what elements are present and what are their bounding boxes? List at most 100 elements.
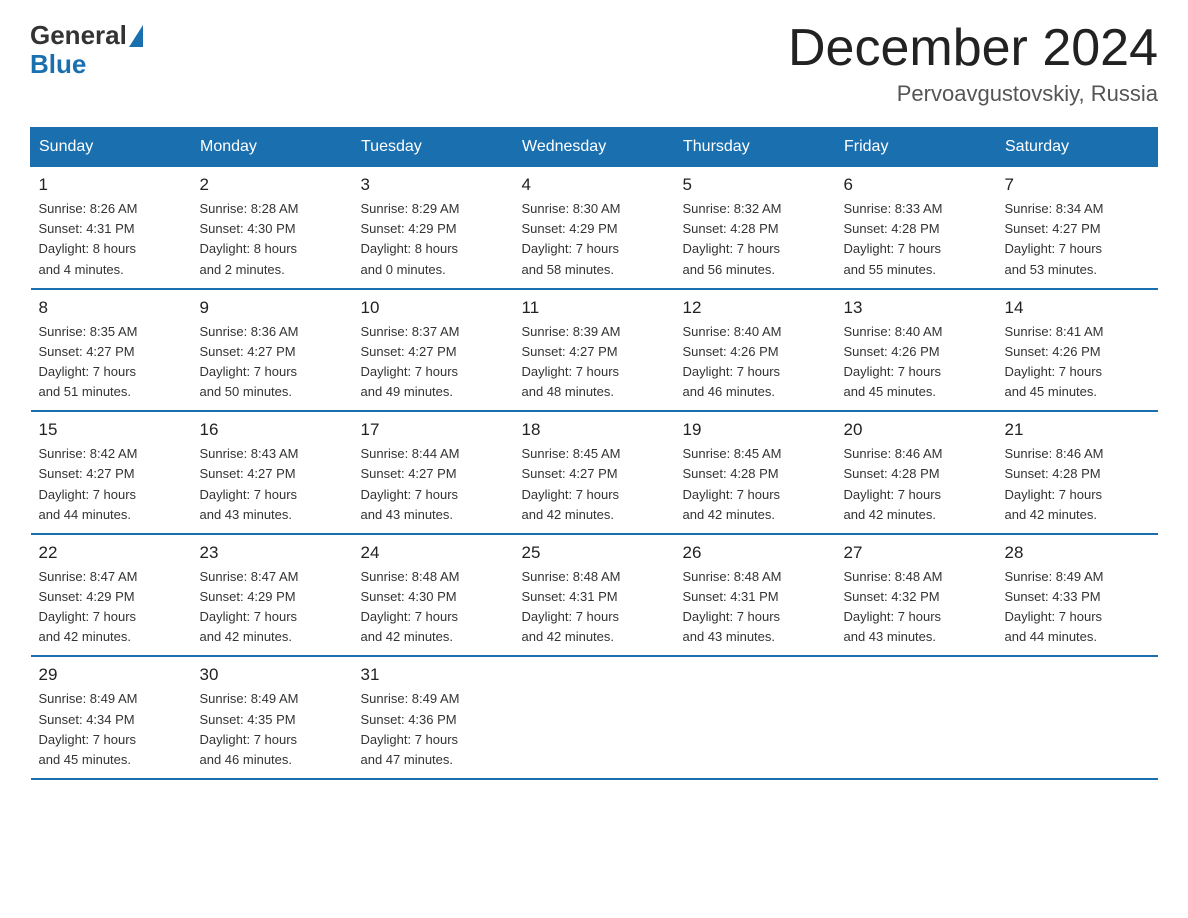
day-info: Sunrise: 8:48 AMSunset: 4:30 PMDaylight:… bbox=[361, 567, 506, 648]
day-info: Sunrise: 8:46 AMSunset: 4:28 PMDaylight:… bbox=[844, 444, 989, 525]
table-row bbox=[836, 656, 997, 779]
day-info: Sunrise: 8:40 AMSunset: 4:26 PMDaylight:… bbox=[683, 322, 828, 403]
day-info: Sunrise: 8:45 AMSunset: 4:27 PMDaylight:… bbox=[522, 444, 667, 525]
calendar-week-row: 29 Sunrise: 8:49 AMSunset: 4:34 PMDaylig… bbox=[31, 656, 1158, 779]
table-row: 30 Sunrise: 8:49 AMSunset: 4:35 PMDaylig… bbox=[192, 656, 353, 779]
day-info: Sunrise: 8:26 AMSunset: 4:31 PMDaylight:… bbox=[39, 199, 184, 280]
table-row: 29 Sunrise: 8:49 AMSunset: 4:34 PMDaylig… bbox=[31, 656, 192, 779]
table-row: 6 Sunrise: 8:33 AMSunset: 4:28 PMDayligh… bbox=[836, 167, 997, 289]
table-row: 16 Sunrise: 8:43 AMSunset: 4:27 PMDaylig… bbox=[192, 411, 353, 534]
page-header: General Blue December 2024 Pervoavgustov… bbox=[30, 20, 1158, 107]
table-row: 11 Sunrise: 8:39 AMSunset: 4:27 PMDaylig… bbox=[514, 289, 675, 412]
day-number: 9 bbox=[200, 298, 345, 318]
day-number: 27 bbox=[844, 543, 989, 563]
day-info: Sunrise: 8:34 AMSunset: 4:27 PMDaylight:… bbox=[1005, 199, 1150, 280]
calendar-title: December 2024 bbox=[788, 20, 1158, 77]
day-info: Sunrise: 8:33 AMSunset: 4:28 PMDaylight:… bbox=[844, 199, 989, 280]
table-row: 9 Sunrise: 8:36 AMSunset: 4:27 PMDayligh… bbox=[192, 289, 353, 412]
day-number: 14 bbox=[1005, 298, 1150, 318]
table-row: 4 Sunrise: 8:30 AMSunset: 4:29 PMDayligh… bbox=[514, 167, 675, 289]
day-number: 8 bbox=[39, 298, 184, 318]
day-info: Sunrise: 8:42 AMSunset: 4:27 PMDaylight:… bbox=[39, 444, 184, 525]
table-row: 20 Sunrise: 8:46 AMSunset: 4:28 PMDaylig… bbox=[836, 411, 997, 534]
day-info: Sunrise: 8:41 AMSunset: 4:26 PMDaylight:… bbox=[1005, 322, 1150, 403]
table-row: 1 Sunrise: 8:26 AMSunset: 4:31 PMDayligh… bbox=[31, 167, 192, 289]
header-saturday: Saturday bbox=[997, 128, 1158, 167]
table-row: 2 Sunrise: 8:28 AMSunset: 4:30 PMDayligh… bbox=[192, 167, 353, 289]
day-number: 18 bbox=[522, 420, 667, 440]
logo-general-text: General bbox=[30, 20, 127, 51]
day-number: 2 bbox=[200, 175, 345, 195]
day-info: Sunrise: 8:48 AMSunset: 4:31 PMDaylight:… bbox=[683, 567, 828, 648]
day-number: 29 bbox=[39, 665, 184, 685]
table-row: 18 Sunrise: 8:45 AMSunset: 4:27 PMDaylig… bbox=[514, 411, 675, 534]
table-row: 13 Sunrise: 8:40 AMSunset: 4:26 PMDaylig… bbox=[836, 289, 997, 412]
day-info: Sunrise: 8:40 AMSunset: 4:26 PMDaylight:… bbox=[844, 322, 989, 403]
day-number: 21 bbox=[1005, 420, 1150, 440]
day-info: Sunrise: 8:47 AMSunset: 4:29 PMDaylight:… bbox=[39, 567, 184, 648]
table-row: 24 Sunrise: 8:48 AMSunset: 4:30 PMDaylig… bbox=[353, 534, 514, 657]
header-sunday: Sunday bbox=[31, 128, 192, 167]
calendar-subtitle: Pervoavgustovskiy, Russia bbox=[788, 81, 1158, 107]
day-number: 26 bbox=[683, 543, 828, 563]
day-info: Sunrise: 8:35 AMSunset: 4:27 PMDaylight:… bbox=[39, 322, 184, 403]
header-monday: Monday bbox=[192, 128, 353, 167]
day-number: 11 bbox=[522, 298, 667, 318]
day-info: Sunrise: 8:43 AMSunset: 4:27 PMDaylight:… bbox=[200, 444, 345, 525]
table-row: 3 Sunrise: 8:29 AMSunset: 4:29 PMDayligh… bbox=[353, 167, 514, 289]
day-number: 30 bbox=[200, 665, 345, 685]
day-info: Sunrise: 8:49 AMSunset: 4:36 PMDaylight:… bbox=[361, 689, 506, 770]
day-info: Sunrise: 8:47 AMSunset: 4:29 PMDaylight:… bbox=[200, 567, 345, 648]
day-number: 31 bbox=[361, 665, 506, 685]
day-number: 1 bbox=[39, 175, 184, 195]
table-row: 28 Sunrise: 8:49 AMSunset: 4:33 PMDaylig… bbox=[997, 534, 1158, 657]
table-row: 15 Sunrise: 8:42 AMSunset: 4:27 PMDaylig… bbox=[31, 411, 192, 534]
day-number: 25 bbox=[522, 543, 667, 563]
table-row: 14 Sunrise: 8:41 AMSunset: 4:26 PMDaylig… bbox=[997, 289, 1158, 412]
table-row: 21 Sunrise: 8:46 AMSunset: 4:28 PMDaylig… bbox=[997, 411, 1158, 534]
day-number: 10 bbox=[361, 298, 506, 318]
day-number: 6 bbox=[844, 175, 989, 195]
header-thursday: Thursday bbox=[675, 128, 836, 167]
day-number: 20 bbox=[844, 420, 989, 440]
table-row: 17 Sunrise: 8:44 AMSunset: 4:27 PMDaylig… bbox=[353, 411, 514, 534]
calendar-table: Sunday Monday Tuesday Wednesday Thursday… bbox=[30, 127, 1158, 780]
day-number: 4 bbox=[522, 175, 667, 195]
table-row: 5 Sunrise: 8:32 AMSunset: 4:28 PMDayligh… bbox=[675, 167, 836, 289]
day-info: Sunrise: 8:29 AMSunset: 4:29 PMDaylight:… bbox=[361, 199, 506, 280]
header-tuesday: Tuesday bbox=[353, 128, 514, 167]
table-row bbox=[675, 656, 836, 779]
table-row: 27 Sunrise: 8:48 AMSunset: 4:32 PMDaylig… bbox=[836, 534, 997, 657]
day-number: 19 bbox=[683, 420, 828, 440]
day-number: 5 bbox=[683, 175, 828, 195]
day-number: 13 bbox=[844, 298, 989, 318]
day-info: Sunrise: 8:37 AMSunset: 4:27 PMDaylight:… bbox=[361, 322, 506, 403]
day-info: Sunrise: 8:30 AMSunset: 4:29 PMDaylight:… bbox=[522, 199, 667, 280]
day-info: Sunrise: 8:48 AMSunset: 4:31 PMDaylight:… bbox=[522, 567, 667, 648]
logo-triangle-icon bbox=[129, 25, 143, 47]
calendar-week-row: 15 Sunrise: 8:42 AMSunset: 4:27 PMDaylig… bbox=[31, 411, 1158, 534]
day-number: 23 bbox=[200, 543, 345, 563]
day-info: Sunrise: 8:48 AMSunset: 4:32 PMDaylight:… bbox=[844, 567, 989, 648]
day-number: 7 bbox=[1005, 175, 1150, 195]
table-row: 12 Sunrise: 8:40 AMSunset: 4:26 PMDaylig… bbox=[675, 289, 836, 412]
table-row: 25 Sunrise: 8:48 AMSunset: 4:31 PMDaylig… bbox=[514, 534, 675, 657]
day-info: Sunrise: 8:28 AMSunset: 4:30 PMDaylight:… bbox=[200, 199, 345, 280]
table-row: 26 Sunrise: 8:48 AMSunset: 4:31 PMDaylig… bbox=[675, 534, 836, 657]
day-number: 15 bbox=[39, 420, 184, 440]
day-info: Sunrise: 8:32 AMSunset: 4:28 PMDaylight:… bbox=[683, 199, 828, 280]
day-info: Sunrise: 8:45 AMSunset: 4:28 PMDaylight:… bbox=[683, 444, 828, 525]
title-section: December 2024 Pervoavgustovskiy, Russia bbox=[788, 20, 1158, 107]
day-number: 28 bbox=[1005, 543, 1150, 563]
calendar-header-row: Sunday Monday Tuesday Wednesday Thursday… bbox=[31, 128, 1158, 167]
day-info: Sunrise: 8:49 AMSunset: 4:34 PMDaylight:… bbox=[39, 689, 184, 770]
logo-text: General bbox=[30, 20, 145, 51]
day-info: Sunrise: 8:46 AMSunset: 4:28 PMDaylight:… bbox=[1005, 444, 1150, 525]
table-row: 23 Sunrise: 8:47 AMSunset: 4:29 PMDaylig… bbox=[192, 534, 353, 657]
day-info: Sunrise: 8:39 AMSunset: 4:27 PMDaylight:… bbox=[522, 322, 667, 403]
day-info: Sunrise: 8:44 AMSunset: 4:27 PMDaylight:… bbox=[361, 444, 506, 525]
calendar-week-row: 1 Sunrise: 8:26 AMSunset: 4:31 PMDayligh… bbox=[31, 167, 1158, 289]
header-friday: Friday bbox=[836, 128, 997, 167]
day-number: 17 bbox=[361, 420, 506, 440]
day-info: Sunrise: 8:49 AMSunset: 4:33 PMDaylight:… bbox=[1005, 567, 1150, 648]
